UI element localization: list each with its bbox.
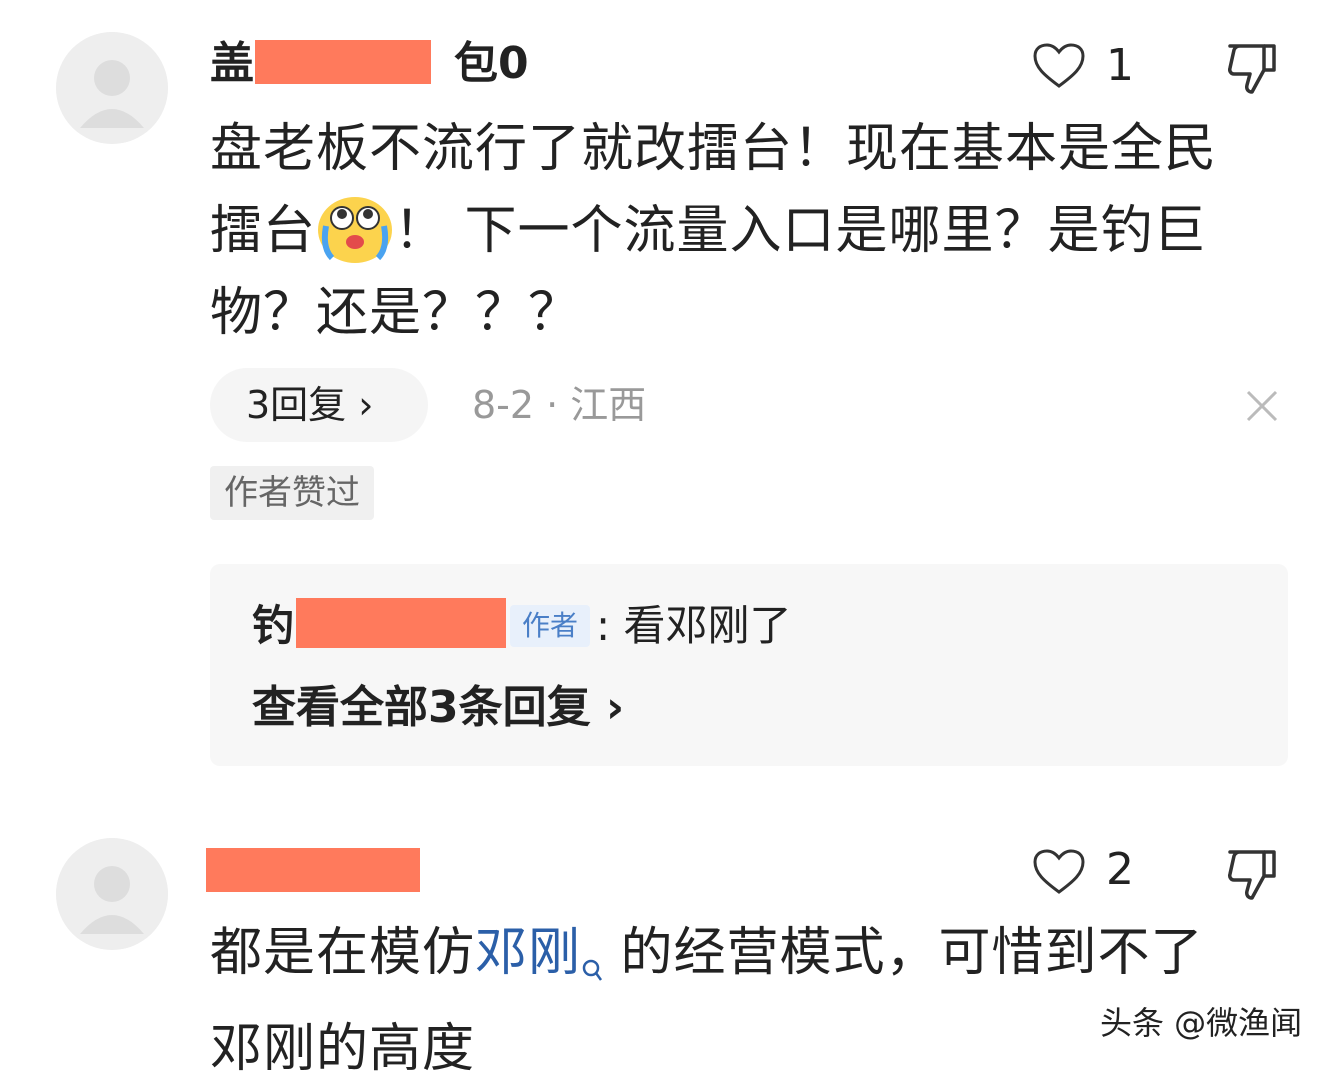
redaction-block	[206, 848, 420, 892]
comment-text-segment: 的经营模式，可惜到不了	[603, 923, 1204, 983]
like-count: 1	[1106, 40, 1134, 91]
author-liked-tag: 作者赞过	[210, 466, 374, 520]
thumbs-down-icon	[1228, 850, 1276, 900]
default-avatar-icon	[56, 838, 168, 950]
comment-text-segment: 都是在模仿	[210, 923, 476, 983]
author-badge: 作者	[510, 604, 591, 647]
comment-text-segment: ！ 下一个流量入口是哪里？是钓巨	[394, 201, 1207, 261]
comment-text-line: 物？还是？？？	[210, 283, 582, 343]
comment-text-line: 擂台 ！ 下一个流量入口是哪里？是钓巨	[210, 190, 1300, 272]
username-visible-end: 包0	[454, 38, 529, 89]
heart-outline-icon	[1033, 43, 1085, 88]
heart-outline-icon	[1033, 849, 1085, 894]
default-avatar-icon	[56, 32, 168, 144]
comment-text-segment: 擂台	[210, 201, 317, 261]
keyword-link[interactable]: 邓刚	[475, 923, 581, 983]
like-button[interactable]	[1032, 42, 1086, 94]
user-avatar[interactable]	[56, 838, 168, 950]
comment-text-line: 都是在模仿邓刚 的经营模式，可惜到不了	[210, 912, 1320, 1008]
comment-text: 盘老板不流行了就改擂台！现在基本是全民 擂台 ！ 下一个流量入口是哪里？是钓巨 …	[210, 108, 1300, 354]
like-button[interactable]	[1032, 848, 1086, 900]
view-all-label: 查看全部3条回复	[252, 682, 591, 733]
watermark: 头条 @微渔闻	[1100, 1004, 1303, 1042]
redaction-block	[255, 40, 431, 84]
view-all-replies-link[interactable]: 查看全部3条回复 ›	[252, 678, 624, 738]
dislike-button[interactable]	[1224, 40, 1280, 100]
reply-preview-text: : 看邓刚了	[596, 601, 792, 650]
search-icon[interactable]	[581, 926, 603, 1008]
thumbs-down-icon	[1228, 44, 1276, 94]
reply-author-name[interactable]: 钓	[252, 601, 294, 650]
comment-text-line: 盘老板不流行了就改擂台！现在基本是全民	[210, 119, 1218, 179]
reply-preview-box[interactable]: 钓 作者: 看邓刚了 查看全部3条回复 ›	[210, 564, 1288, 766]
redaction-block	[296, 598, 506, 648]
replies-button[interactable]: 3回复 ›	[210, 368, 428, 442]
user-avatar[interactable]	[56, 32, 168, 144]
like-count: 2	[1106, 844, 1134, 895]
dislike-button[interactable]	[1224, 846, 1280, 906]
close-button[interactable]	[1244, 388, 1280, 428]
close-icon	[1246, 390, 1278, 422]
date-location: 8-2 · 江西	[472, 383, 647, 427]
username-visible-start: 盖	[210, 38, 254, 89]
chevron-right-icon: ›	[605, 682, 625, 733]
replies-label: 3回复	[246, 383, 347, 427]
chevron-right-icon: ›	[358, 383, 374, 427]
crying-face-emoji	[316, 192, 394, 264]
